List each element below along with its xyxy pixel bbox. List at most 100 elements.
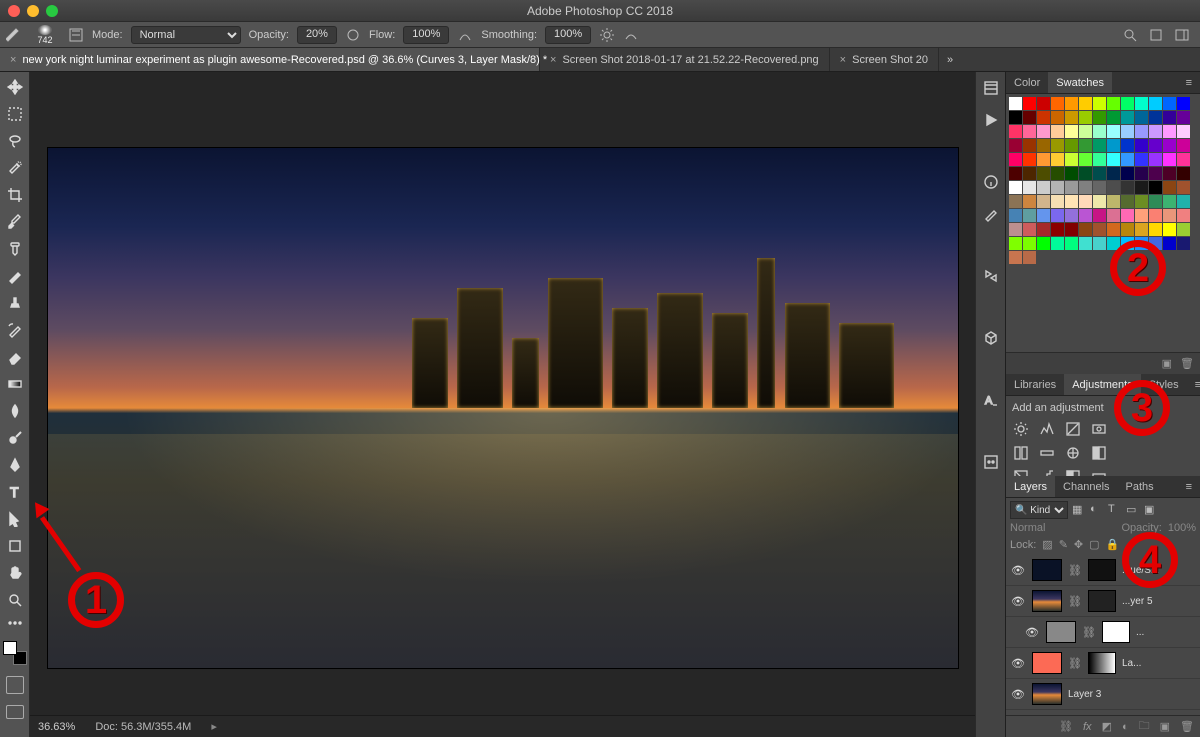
swatch[interactable] (1037, 195, 1050, 208)
layer-opacity-value[interactable]: 100% (1168, 522, 1196, 534)
layers-tab[interactable]: Layers (1006, 476, 1055, 497)
swatch[interactable] (1023, 223, 1036, 236)
search-icon[interactable] (1122, 27, 1138, 43)
info-panel-icon[interactable] (981, 172, 1001, 192)
layer-mask-thumbnail[interactable] (1088, 590, 1116, 612)
close-window-button[interactable] (8, 5, 20, 17)
swatch[interactable] (1107, 139, 1120, 152)
layer-thumbnail[interactable] (1032, 559, 1062, 581)
zoom-level[interactable]: 36.63% (38, 721, 75, 733)
marquee-tool[interactable] (4, 103, 26, 125)
swatch[interactable] (1135, 209, 1148, 222)
swatch[interactable] (1079, 97, 1092, 110)
swatch[interactable] (1023, 97, 1036, 110)
swatch[interactable] (1177, 139, 1190, 152)
shape-tool[interactable] (4, 535, 26, 557)
swatch[interactable] (1079, 111, 1092, 124)
swatch[interactable] (1037, 209, 1050, 222)
blend-mode-readout[interactable]: Normal (1010, 522, 1045, 534)
opacity-pressure-icon[interactable] (345, 27, 361, 43)
lasso-tool[interactable] (4, 130, 26, 152)
curves-adjustment-icon[interactable] (1064, 420, 1082, 438)
swatch[interactable] (1107, 125, 1120, 138)
swatch[interactable] (1065, 97, 1078, 110)
bw-adjustment-icon[interactable] (1090, 444, 1108, 462)
swatch[interactable] (1163, 125, 1176, 138)
new-adjustment-icon[interactable]: ◐ (1122, 721, 1129, 733)
swatch[interactable] (1135, 153, 1148, 166)
swatch[interactable] (1093, 167, 1106, 180)
swatch[interactable] (1037, 139, 1050, 152)
swatch[interactable] (1107, 111, 1120, 124)
document-size[interactable]: Doc: 56.3M/355.4M (95, 721, 191, 733)
swatch[interactable] (1051, 237, 1064, 250)
swatch[interactable] (1023, 125, 1036, 138)
swatch[interactable] (1009, 181, 1022, 194)
swatch[interactable] (1163, 223, 1176, 236)
libraries-tab[interactable]: Libraries (1006, 374, 1064, 395)
swatch[interactable] (1163, 153, 1176, 166)
move-tool[interactable] (4, 76, 26, 98)
swatch[interactable] (1177, 125, 1190, 138)
swatch[interactable] (1163, 97, 1176, 110)
zoom-tool[interactable] (4, 589, 26, 611)
swatch[interactable] (1009, 139, 1022, 152)
swatch[interactable] (1079, 181, 1092, 194)
swatch[interactable] (1135, 181, 1148, 194)
exposure-adjustment-icon[interactable] (1090, 420, 1108, 438)
filter-shape-icon[interactable]: ▭ (1126, 503, 1140, 517)
lock-transparent-icon[interactable]: ▨ (1042, 538, 1052, 551)
swatch[interactable] (1177, 223, 1190, 236)
panel-menu-icon[interactable]: ≡ (1178, 476, 1200, 497)
layer-row[interactable]: 👁Layer 3 (1006, 679, 1200, 710)
visibility-toggle[interactable]: 👁 (1010, 564, 1026, 577)
lock-pixels-icon[interactable]: ✎ (1059, 538, 1068, 551)
pen-tool[interactable] (4, 454, 26, 476)
clone-source-panel-icon[interactable] (981, 266, 1001, 286)
swatch[interactable] (1135, 195, 1148, 208)
swatch[interactable] (1177, 195, 1190, 208)
swatch[interactable] (1079, 195, 1092, 208)
swatch[interactable] (1149, 125, 1162, 138)
swatch[interactable] (1135, 223, 1148, 236)
swatch[interactable] (1079, 223, 1092, 236)
swatch[interactable] (1093, 209, 1106, 222)
swatch[interactable] (1065, 125, 1078, 138)
swatch[interactable] (1177, 237, 1190, 250)
layer-filter-kind[interactable]: 🔍 Kind (1010, 501, 1068, 519)
swatch[interactable] (1037, 181, 1050, 194)
layer-name[interactable]: ...yer 5 (1122, 596, 1153, 607)
close-tab-icon[interactable]: × (840, 54, 846, 66)
swatch[interactable] (1065, 139, 1078, 152)
edit-toolbar-icon[interactable] (4, 616, 26, 630)
swatch[interactable] (1121, 97, 1134, 110)
swatch[interactable] (1177, 209, 1190, 222)
swatch[interactable] (1093, 125, 1106, 138)
airbrush-icon[interactable] (457, 27, 473, 43)
swatch[interactable] (1149, 181, 1162, 194)
swatch[interactable] (1065, 237, 1078, 250)
vibrance-adjustment-icon[interactable] (1012, 444, 1030, 462)
history-brush-tool[interactable] (4, 319, 26, 341)
swatch[interactable] (1065, 111, 1078, 124)
swatch[interactable] (1079, 139, 1092, 152)
swatch[interactable] (1149, 153, 1162, 166)
swatch[interactable] (1051, 167, 1064, 180)
layer-mask-thumbnail[interactable] (1088, 652, 1116, 674)
dodge-tool[interactable] (4, 427, 26, 449)
eyedropper-tool[interactable] (4, 211, 26, 233)
swatch[interactable] (1037, 223, 1050, 236)
workspace-icon[interactable] (1174, 27, 1190, 43)
filter-pixel-icon[interactable]: ▦ (1072, 503, 1086, 517)
share-icon[interactable] (1148, 27, 1164, 43)
swatch[interactable] (1149, 167, 1162, 180)
swatch[interactable] (1023, 153, 1036, 166)
swatch[interactable] (1023, 251, 1036, 264)
swatch[interactable] (1037, 167, 1050, 180)
layer-row[interactable]: 👁⛓... (1006, 617, 1200, 648)
swatch[interactable] (1177, 97, 1190, 110)
filter-type-icon[interactable]: T (1108, 503, 1122, 517)
swatch[interactable] (1121, 223, 1134, 236)
lock-position-icon[interactable]: ✥ (1074, 538, 1083, 551)
swatch[interactable] (1093, 223, 1106, 236)
